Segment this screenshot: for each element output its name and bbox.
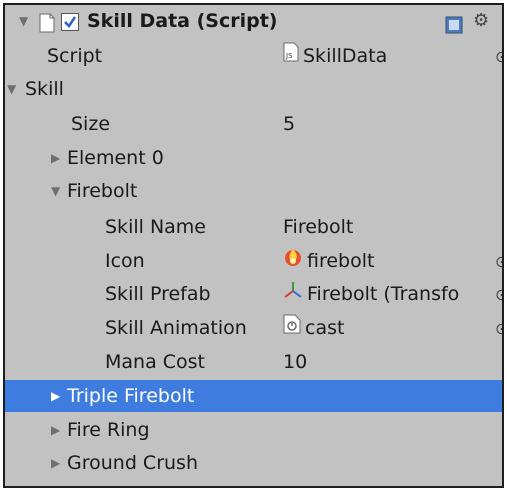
- fire-icon: [283, 245, 303, 278]
- skill-foldout-arrow[interactable]: ▼: [7, 73, 23, 106]
- skill-animation-value[interactable]: cast: [283, 312, 344, 345]
- skill-prefab-label: Skill Prefab: [105, 283, 211, 305]
- transform-icon: [283, 278, 303, 311]
- skill-element-fire-ring[interactable]: ▶ Fire Ring: [5, 414, 502, 447]
- skill-element-0[interactable]: ▶ Element 0: [5, 142, 502, 175]
- skill-prefab-picker-icon[interactable]: ⊙: [495, 278, 502, 311]
- skill-animation-label: Skill Animation: [105, 317, 247, 339]
- script-value[interactable]: JS SkillData: [283, 40, 387, 73]
- icon-label: Icon: [105, 250, 145, 272]
- object-picker-icon[interactable]: ⊙: [495, 40, 502, 73]
- size-label: Size: [71, 113, 111, 135]
- skill-animation-value-text: cast: [305, 317, 345, 339]
- fire-ring-foldout-arrow[interactable]: ▶: [51, 414, 67, 447]
- script-value-text: SkillData: [303, 45, 388, 67]
- size-field-row: Size 5: [5, 108, 502, 141]
- skill-array-foldout[interactable]: ▼ Skill: [5, 73, 502, 106]
- element-0-label: Element 0: [67, 147, 164, 169]
- component-foldout-arrow[interactable]: ▼: [19, 5, 35, 38]
- firebolt-label: Firebolt: [67, 180, 138, 202]
- script-label: Script: [47, 45, 103, 67]
- icon-value[interactable]: firebolt: [283, 245, 374, 278]
- svg-text:JS: JS: [285, 52, 293, 60]
- skill-prefab-field-row: Skill Prefab Firebolt (Transfo ⊙: [5, 278, 502, 311]
- script-field-row: Script JS SkillData ⊙: [5, 40, 502, 73]
- skill-element-triple-firebolt[interactable]: ▶ Triple Firebolt: [5, 380, 502, 412]
- mana-cost-label: Mana Cost: [105, 351, 206, 373]
- skill-prefab-value[interactable]: Firebolt (Transfo: [283, 278, 459, 311]
- mana-cost-value[interactable]: 10: [283, 346, 307, 379]
- animation-clip-icon: [283, 312, 301, 345]
- javascript-file-icon: JS: [283, 40, 299, 73]
- icon-field-row: Icon firebolt ⊙: [5, 245, 502, 278]
- skill-animation-field-row: Skill Animation cast ⊙: [5, 312, 502, 345]
- ground-crush-foldout-arrow[interactable]: ▶: [51, 447, 67, 480]
- skill-animation-picker-icon[interactable]: ⊙: [495, 312, 502, 345]
- icon-picker-icon[interactable]: ⊙: [495, 245, 502, 278]
- triple-firebolt-label: Triple Firebolt: [67, 385, 195, 407]
- icon-value-text: firebolt: [307, 250, 375, 272]
- skill-name-label: Skill Name: [105, 216, 206, 238]
- fire-ring-label: Fire Ring: [67, 419, 150, 441]
- skill-prefab-value-text: Firebolt (Transfo: [307, 283, 460, 305]
- skill-name-field-row: Skill Name Firebolt: [5, 211, 502, 244]
- size-value[interactable]: 5: [283, 108, 295, 141]
- triple-firebolt-foldout-arrow[interactable]: ▶: [51, 380, 67, 413]
- gear-icon[interactable]: ⚙: [473, 9, 489, 33]
- component-title: Skill Data (Script): [87, 10, 278, 32]
- skill-label: Skill: [25, 78, 64, 100]
- component-enabled-checkbox[interactable]: [61, 13, 79, 31]
- ground-crush-label: Ground Crush: [67, 452, 198, 474]
- skill-element-ground-crush[interactable]: ▶ Ground Crush: [5, 447, 502, 480]
- skill-element-firebolt[interactable]: ▼ Firebolt: [5, 175, 502, 208]
- component-header[interactable]: ▼ Skill Data (Script) ⚙: [5, 5, 502, 38]
- mana-cost-field-row: Mana Cost 10: [5, 346, 502, 379]
- script-file-icon: [39, 11, 55, 33]
- help-book-icon[interactable]: [445, 12, 463, 34]
- inspector-panel: ▼ Skill Data (Script) ⚙ Script JS SkillD…: [3, 3, 504, 488]
- firebolt-foldout-arrow[interactable]: ▼: [51, 175, 67, 208]
- skill-name-value[interactable]: Firebolt: [283, 211, 353, 244]
- element-0-foldout-arrow[interactable]: ▶: [51, 142, 67, 175]
